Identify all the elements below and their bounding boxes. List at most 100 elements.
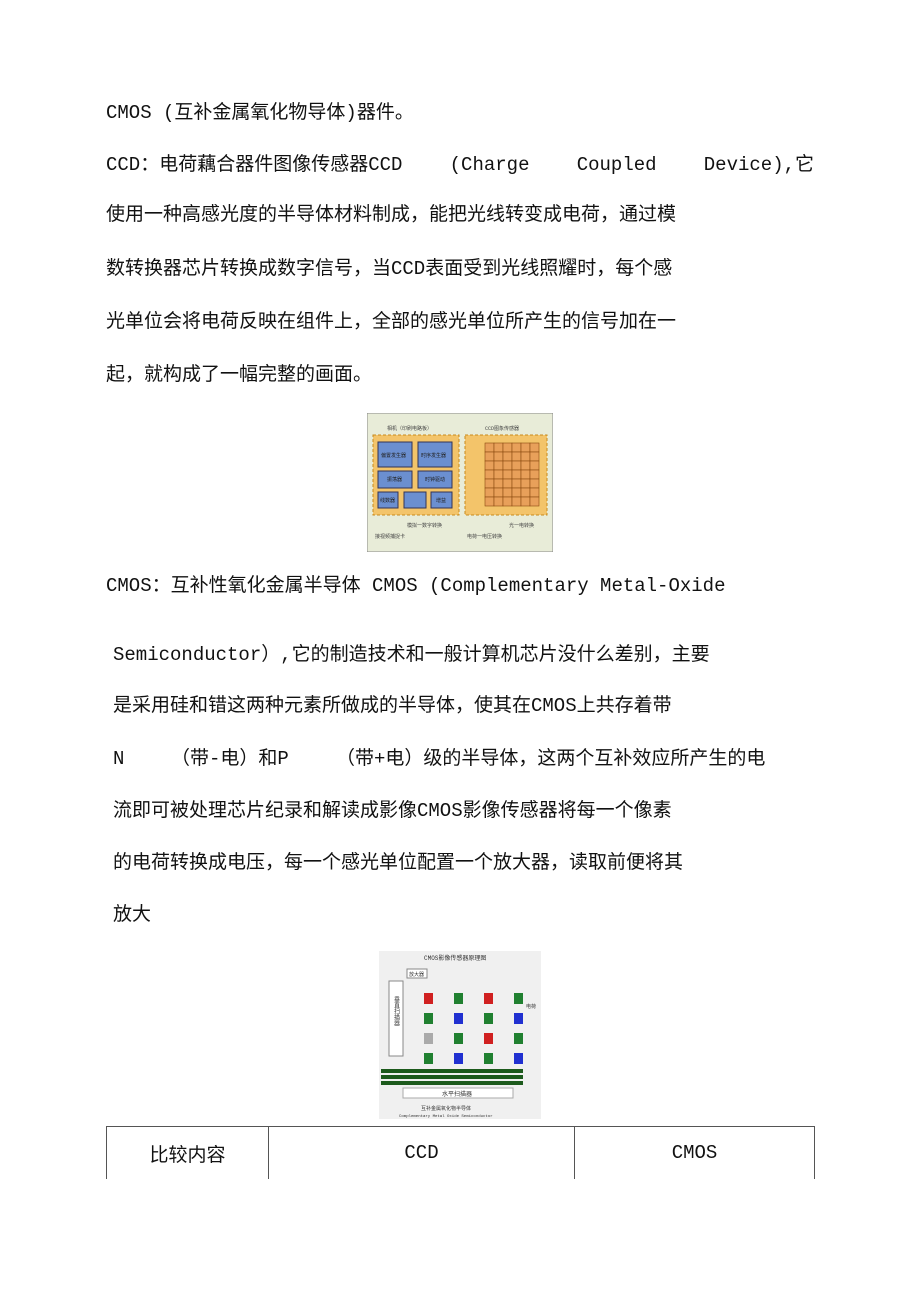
ccd-line: CCD：电荷藕合器件图像传感器CCD (Charge Coupled Devic… bbox=[106, 153, 814, 177]
cmos-pixel bbox=[514, 993, 523, 1004]
ccd-pixel bbox=[520, 442, 531, 453]
header-cell: CMOS bbox=[574, 1126, 815, 1179]
cmos-line: 是采用硅和错这两种元素所做成的半导体，使其在CMOS上共存着带 bbox=[113, 695, 672, 717]
ccd-pixel bbox=[484, 460, 495, 471]
ccd-diagram: 相机（印刷电路板） CCD图象传感器 偏置发生器 时序发生器 振荡器 时钟驱动 … bbox=[367, 413, 553, 552]
ccd-pixel bbox=[529, 496, 540, 507]
ccd-line: 起，就构成了一幅完整的画面。 bbox=[106, 364, 373, 386]
cmos-line: N （带-电）和P （带+电）级的半导体，这两个互补效应所产生的电 bbox=[113, 747, 814, 771]
cmos-line: 放大 bbox=[113, 904, 152, 926]
cmos-line: 的电荷转换成电压，每一个感光单位配置一个放大器，读取前便将其 bbox=[113, 852, 684, 874]
cmos-line: Semiconductor）,它的制造技术和一般计算机芯片没什么差别，主要 bbox=[113, 644, 710, 666]
ccd-label: 增益 bbox=[436, 497, 446, 504]
cmos-pixel bbox=[454, 1033, 463, 1044]
ccd-label: 偏置发生器 bbox=[381, 452, 406, 459]
cmos-label: 放大器 bbox=[409, 971, 424, 978]
ccd-label: 光一电转换 bbox=[509, 522, 534, 529]
ccd-pixel bbox=[493, 496, 504, 507]
ccd-pixel bbox=[502, 451, 513, 462]
ccd-pixel bbox=[511, 460, 522, 471]
ccd-pixel bbox=[529, 487, 540, 498]
intro-line: CMOS (互补金属氧化物导体)器件。 bbox=[106, 102, 414, 124]
ccd-pixel bbox=[529, 460, 540, 471]
ccd-pixel bbox=[529, 469, 540, 480]
ccd-pixel bbox=[502, 460, 513, 471]
ccd-pixel bbox=[520, 496, 531, 507]
text: Coupled bbox=[576, 154, 657, 176]
ccd-pixel bbox=[493, 478, 504, 489]
ccd-pixel bbox=[493, 442, 504, 453]
ccd-label: 接视频捕捉卡 bbox=[375, 533, 405, 540]
cmos-pixel bbox=[424, 1013, 433, 1024]
ccd-pixel bbox=[484, 451, 495, 462]
cmos-pixel bbox=[514, 1033, 523, 1044]
cmos-pixel bbox=[514, 1053, 523, 1064]
cmos-label: Complementary Metal Oxide Semiconductor bbox=[399, 1114, 493, 1119]
comparison-table: 比较内容 CCD CMOS bbox=[106, 1126, 815, 1179]
cmos-label: 垂直扫描器 bbox=[393, 996, 400, 1027]
ccd-pixel bbox=[529, 451, 540, 462]
ccd-line: 数转换器芯片转换成数字信号，当CCD表面受到光线照耀时，每个感 bbox=[106, 258, 673, 280]
ccd-pixel bbox=[520, 460, 531, 471]
ccd-pixel bbox=[502, 469, 513, 480]
cmos-pixel bbox=[484, 1053, 493, 1064]
ccd-line: 使用一种高感光度的半导体材料制成，能把光线转变成电荷，通过模 bbox=[106, 204, 677, 226]
cmos-pixel bbox=[484, 993, 493, 1004]
ccd-pixel bbox=[502, 442, 513, 453]
ccd-pixel bbox=[511, 496, 522, 507]
ccd-pixel bbox=[484, 487, 495, 498]
cmos-label: 互补金属氧化物半导体 bbox=[421, 1105, 471, 1112]
cmos-label: 水平扫描器 bbox=[442, 1090, 472, 1098]
text: （带+电）级的半导体，这两个互补效应所产生的电 bbox=[336, 748, 766, 770]
ccd-label: 时钟驱动 bbox=[425, 476, 445, 483]
ccd-pixel bbox=[493, 487, 504, 498]
cmos-pixel bbox=[424, 993, 433, 1004]
ccd-pixel bbox=[520, 478, 531, 489]
ccd-pixel bbox=[493, 460, 504, 471]
document-page: CMOS (互补金属氧化物导体)器件。 CCD：电荷藕合器件图像传感器CCD (… bbox=[0, 0, 920, 1315]
table-header-row: 比较内容 CCD CMOS bbox=[106, 1126, 815, 1179]
ccd-label: 时序发生器 bbox=[421, 452, 446, 459]
ccd-pixel bbox=[484, 469, 495, 480]
cmos-pixel bbox=[514, 1013, 523, 1024]
ccd-pixel bbox=[511, 478, 522, 489]
cmos-label: CMOS影像传感器原理图 bbox=[424, 954, 486, 962]
ccd-pixel bbox=[520, 469, 531, 480]
ccd-pixel bbox=[511, 451, 522, 462]
cmos-diagram: CMOS影像传感器原理图 放大器 电荷 垂直扫描器 水平扫描器 互补金属氧化物半… bbox=[379, 951, 541, 1119]
ccd-pixel bbox=[520, 487, 531, 498]
ccd-pixel bbox=[502, 487, 513, 498]
ccd-pixel bbox=[511, 487, 522, 498]
ccd-pixel bbox=[511, 469, 522, 480]
cmos-pixel bbox=[484, 1033, 493, 1044]
ccd-label: 模拟一数字转换 bbox=[407, 522, 442, 529]
cmos-label: 电荷 bbox=[526, 1003, 536, 1010]
ccd-pixel bbox=[484, 442, 495, 453]
text: N bbox=[113, 748, 125, 770]
header-cell: 比较内容 bbox=[106, 1126, 269, 1179]
ccd-pixel bbox=[493, 451, 504, 462]
ccd-pixel bbox=[529, 478, 540, 489]
ccd-label: 振荡器 bbox=[387, 476, 402, 483]
text: (Charge bbox=[449, 154, 530, 176]
ccd-pixel bbox=[520, 451, 531, 462]
text: CCD：电荷藕合器件图像传感器CCD bbox=[106, 154, 403, 176]
text: （带-电）和P bbox=[171, 748, 289, 770]
ccd-pixel bbox=[484, 496, 495, 507]
ccd-label: 线数器 bbox=[380, 497, 395, 504]
cmos-pixel bbox=[454, 993, 463, 1004]
ccd-pixel bbox=[484, 478, 495, 489]
ccd-label: 相机（印刷电路板） bbox=[387, 425, 432, 432]
ccd-pixel bbox=[502, 496, 513, 507]
text: Device),它 bbox=[703, 154, 814, 176]
cmos-pixel bbox=[424, 1053, 433, 1064]
cmos-pixel bbox=[484, 1013, 493, 1024]
cmos-pixel bbox=[424, 1033, 433, 1044]
ccd-line: 光单位会将电荷反映在组件上，全部的感光单位所产生的信号加在一 bbox=[106, 311, 677, 333]
ccd-label: 电荷一电压转换 bbox=[467, 533, 502, 540]
cmos-heading-line: CMOS：互补性氧化金属半导体 CMOS (Complementary Meta… bbox=[106, 575, 726, 597]
cmos-pixel bbox=[454, 1013, 463, 1024]
ccd-pixel bbox=[529, 442, 540, 453]
ccd-pixel bbox=[502, 478, 513, 489]
header-cell: CCD bbox=[268, 1126, 575, 1179]
